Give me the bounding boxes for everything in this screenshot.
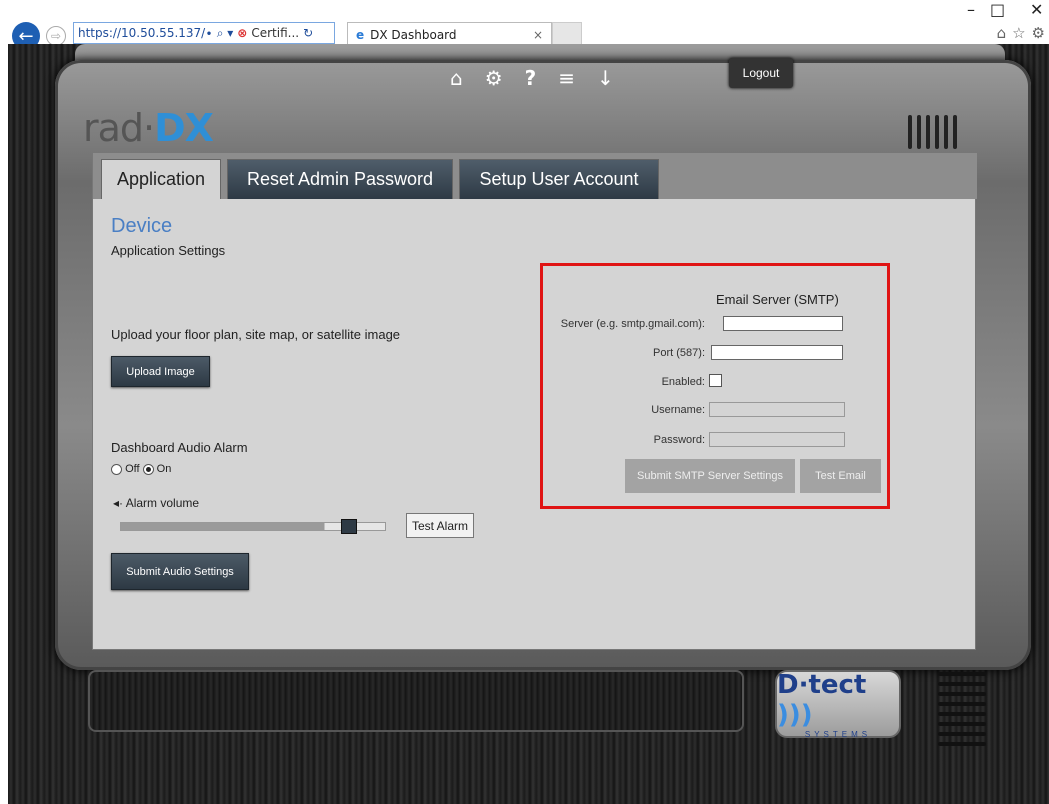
submit-smtp-settings-button[interactable]: Submit SMTP Server Settings [625, 459, 795, 493]
download-nav-icon[interactable]: ↓ [597, 66, 614, 90]
grille-decoration [908, 115, 957, 149]
smtp-heading: Email Server (SMTP) [716, 292, 839, 307]
url-text: https://10.50.55.137/∙ [78, 26, 213, 40]
radio-off-label: Off [125, 463, 140, 475]
ie-favicon-icon: e [356, 27, 365, 42]
bottom-status-bar [88, 670, 744, 732]
volume-label: Alarm volume [125, 496, 200, 510]
forward-button[interactable]: ⇨ [46, 26, 66, 46]
radio-on[interactable] [142, 463, 154, 475]
home-nav-icon[interactable]: ⌂ [450, 66, 463, 90]
smtp-settings-box: Email Server (SMTP) Server (e.g. smtp.gm… [540, 263, 890, 509]
reload-icon[interactable]: ↻ [303, 26, 313, 40]
enabled-label: Enabled: [661, 376, 705, 388]
settings-panel: Application Reset Admin Password Setup U… [92, 152, 977, 650]
speaker-icon: ◂· [113, 496, 124, 510]
certificate-error-icon: ⊗ [237, 26, 248, 40]
username-label: Username: [651, 404, 705, 416]
dtect-logo: D·tect ))) SYSTEMS [775, 669, 901, 739]
test-alarm-button[interactable]: Test Alarm [406, 513, 474, 538]
audio-heading: Dashboard Audio Alarm [111, 440, 248, 455]
submit-audio-settings-button[interactable]: Submit Audio Settings [111, 553, 249, 590]
page-subtitle: Application Settings [111, 243, 226, 258]
tab-title: DX Dashboard [370, 27, 457, 42]
logo-prefix: rad· [83, 106, 155, 150]
password-label: Password: [653, 434, 705, 446]
vent-decoration [938, 672, 986, 746]
volume-row: ◂· Alarm volume [113, 496, 199, 510]
new-tab-button[interactable] [552, 22, 582, 46]
upload-prompt: Upload your floor plan, site map, or sat… [111, 327, 401, 342]
slider-thumb[interactable] [341, 519, 357, 534]
radio-off[interactable] [111, 463, 122, 475]
tab-close-icon[interactable]: × [533, 28, 543, 42]
test-email-button[interactable]: Test Email [800, 459, 881, 493]
raddx-logo: rad·DX [83, 106, 214, 150]
settings-icon[interactable]: ⚙ [1032, 24, 1045, 42]
tab-setup-user-account[interactable]: Setup User Account [459, 159, 659, 199]
dtect-systems: SYSTEMS [804, 729, 872, 739]
help-nav-icon[interactable]: ? [525, 66, 537, 90]
top-nav-icons: ⌂ ⚙ ? ≡ ↓ [450, 66, 614, 90]
chart-nav-icon[interactable]: ≡ [558, 66, 575, 90]
address-bar[interactable]: https://10.50.55.137/∙ ⌕ ▾ ⊗ Certifi... … [73, 22, 335, 44]
search-icon[interactable]: ⌕ ▾ [217, 26, 234, 41]
toolbar-icons: ⌂ ☆ ⚙ [997, 24, 1045, 42]
port-input[interactable] [711, 345, 843, 360]
logout-button[interactable]: Logout [729, 58, 793, 88]
maximize-button[interactable]: □ [990, 0, 1005, 19]
tab-application[interactable]: Application [101, 159, 221, 199]
minimize-button[interactable]: – [967, 0, 975, 19]
favorites-icon[interactable]: ☆ [1012, 24, 1025, 42]
radio-on-label: On [156, 463, 172, 475]
certificate-error-label[interactable]: Certifi... [251, 26, 299, 40]
server-label: Server (e.g. smtp.gmail.com): [560, 318, 705, 330]
home-icon[interactable]: ⌂ [997, 24, 1007, 42]
upload-image-button[interactable]: Upload Image [111, 356, 210, 387]
tab-dx-dashboard[interactable]: e DX Dashboard × [347, 22, 552, 46]
enabled-checkbox[interactable] [709, 374, 722, 387]
dtect-brand: D·tect ))) [777, 669, 867, 730]
browser-chrome: ← ⇨ https://10.50.55.137/∙ ⌕ ▾ ⊗ Certifi… [0, 0, 1049, 50]
close-window-button[interactable]: ✕ [1030, 0, 1043, 19]
server-input[interactable] [723, 316, 843, 331]
port-label: Port (587): [653, 347, 705, 359]
page-title: Device [111, 215, 173, 237]
tab-bar: Application Reset Admin Password Setup U… [93, 153, 977, 199]
password-input[interactable] [709, 432, 845, 447]
audio-radio-group: Off On [111, 463, 171, 475]
settings-nav-icon[interactable]: ⚙ [485, 66, 503, 90]
alarm-volume-slider[interactable] [120, 519, 386, 534]
tab-reset-admin-password[interactable]: Reset Admin Password [227, 159, 453, 199]
logo-suffix: DX [154, 106, 214, 150]
username-input[interactable] [709, 402, 845, 417]
